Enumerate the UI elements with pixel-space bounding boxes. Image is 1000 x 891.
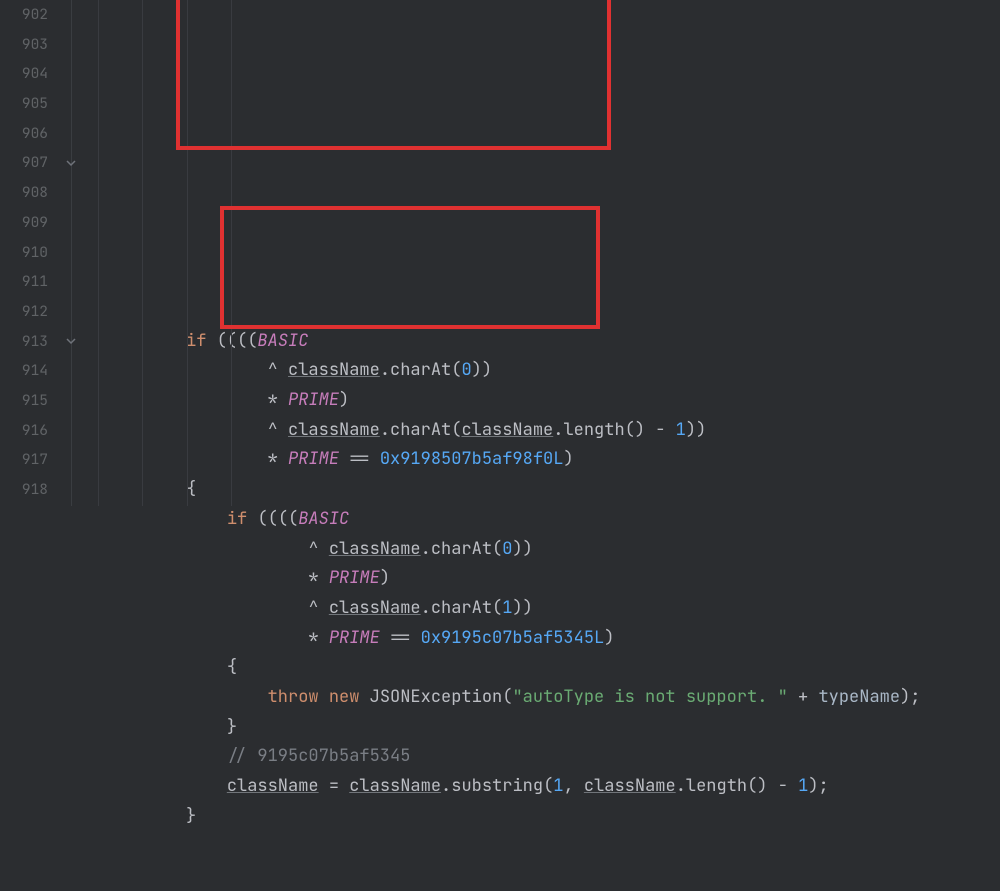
code-line[interactable]: } <box>84 802 1000 832</box>
line-number: 909 <box>0 208 48 238</box>
code-line[interactable]: * PRIME) <box>84 386 1000 416</box>
line-number: 904 <box>0 59 48 89</box>
code-line[interactable]: // 9195c07b5af5345 <box>84 742 1000 772</box>
code-line[interactable]: * PRIME) <box>84 564 1000 594</box>
line-number: 918 <box>0 475 48 505</box>
code-line[interactable]: { <box>84 653 1000 683</box>
line-number: 907 <box>0 148 48 178</box>
line-number: 905 <box>0 89 48 119</box>
highlight-box-2 <box>220 206 600 329</box>
line-number: 902 <box>0 0 48 30</box>
code-line[interactable]: className = className.substring(1, class… <box>84 772 1000 802</box>
code-editor[interactable]: 9029039049059069079089099109119129139149… <box>0 0 1000 506</box>
fold-handle-open-icon[interactable] <box>65 335 77 347</box>
fold-handle-open-icon[interactable] <box>65 157 77 169</box>
line-number: 915 <box>0 386 48 416</box>
line-number: 908 <box>0 178 48 208</box>
line-number-gutter: 9029039049059069079089099109119129139149… <box>0 0 62 506</box>
code-line[interactable]: { <box>84 475 1000 505</box>
fold-column[interactable] <box>62 0 80 506</box>
code-line[interactable]: throw new JSONException("autoType is not… <box>84 683 1000 713</box>
line-number: 917 <box>0 445 48 475</box>
highlight-box-1 <box>176 0 611 150</box>
code-line[interactable]: * PRIME == 0x9195c07b5af5345L) <box>84 624 1000 654</box>
code-line[interactable]: ^ className.charAt(0)) <box>84 356 1000 386</box>
code-line[interactable]: * PRIME == 0x9198507b5af98f0L) <box>84 445 1000 475</box>
line-number: 911 <box>0 267 48 297</box>
line-number: 903 <box>0 30 48 60</box>
code-area[interactable]: if ((((BASIC ^ className.charAt(0)) * PR… <box>80 0 1000 506</box>
line-number: 912 <box>0 297 48 327</box>
line-number: 910 <box>0 238 48 268</box>
line-number: 914 <box>0 356 48 386</box>
code-line[interactable]: if ((((BASIC <box>84 327 1000 357</box>
code-line[interactable]: } <box>84 713 1000 743</box>
line-number: 916 <box>0 416 48 446</box>
code-line[interactable]: if ((((BASIC <box>84 505 1000 535</box>
code-line[interactable]: ^ className.charAt(0)) <box>84 535 1000 565</box>
line-number: 906 <box>0 119 48 149</box>
code-line[interactable]: ^ className.charAt(1)) <box>84 594 1000 624</box>
code-line[interactable]: ^ className.charAt(className.length() - … <box>84 416 1000 446</box>
line-number: 913 <box>0 327 48 357</box>
